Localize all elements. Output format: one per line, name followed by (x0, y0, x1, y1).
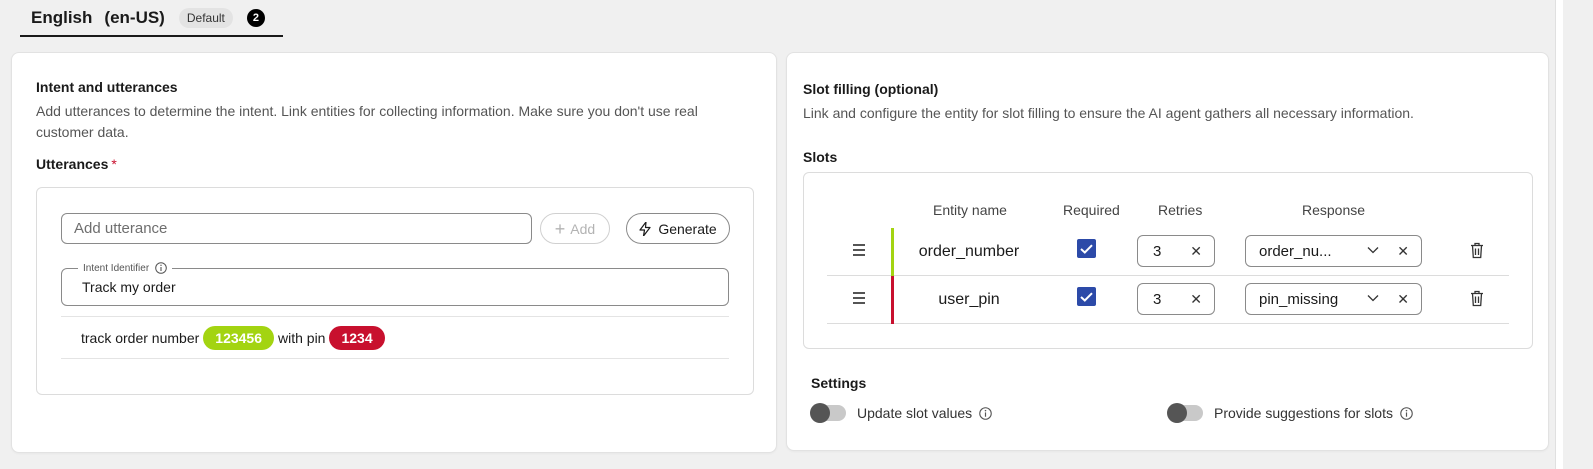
table-row: order_number 3 ✕ order_nu... ✕ (827, 228, 1509, 276)
trash-icon[interactable] (1470, 242, 1484, 259)
intent-description: Add utterances to determine the intent. … (36, 103, 698, 140)
clear-icon[interactable]: ✕ (1397, 243, 1409, 260)
checkmark-icon (1080, 291, 1093, 302)
required-checkbox[interactable] (1077, 239, 1096, 258)
clear-icon[interactable]: ✕ (1190, 291, 1202, 308)
intent-identifier-field[interactable]: Intent Identifier Track my order (61, 262, 729, 306)
retries-value: 3 (1153, 291, 1162, 308)
drag-handle-icon[interactable] (853, 292, 865, 307)
slot-filling-card: Slot filling (optional) Link and configu… (786, 52, 1549, 451)
column-header-required: Required (1063, 202, 1120, 218)
entity-color-bar (891, 228, 894, 276)
slot-filling-description: Link and configure the entity for slot f… (803, 105, 1414, 121)
info-icon[interactable] (1400, 406, 1413, 420)
toggle-label: Update slot values (857, 405, 973, 421)
utterances-box: + Add Generate Intent Identifier Track m… (36, 187, 754, 395)
update-slot-values-toggle[interactable] (810, 403, 846, 423)
intent-card: Intent and utterances Add utterances to … (11, 52, 777, 453)
response-value: pin_missing (1259, 291, 1339, 308)
scrollbar-thumb[interactable] (1555, 0, 1563, 469)
language-tab-en-us[interactable]: English (en-US) Default 2 (20, 0, 283, 37)
utterance-text: track order number (81, 329, 200, 346)
intent-identifier-value: Track my order (82, 279, 176, 295)
entity-name: user_pin (938, 291, 1000, 308)
clear-icon[interactable]: ✕ (1190, 243, 1202, 260)
required-checkbox[interactable] (1077, 287, 1096, 306)
provide-suggestions-toggle[interactable] (1167, 403, 1203, 423)
utterance-text: with pin (278, 329, 326, 346)
response-value: order_nu... (1259, 243, 1332, 260)
required-marker: * (111, 156, 117, 172)
response-select[interactable]: pin_missing ✕ (1245, 283, 1422, 315)
column-header-response: Response (1302, 202, 1366, 218)
utterance-row[interactable]: track order number 123456 with pin 1234 (61, 316, 729, 359)
info-icon[interactable] (155, 262, 167, 274)
intent-identifier-legend: Intent Identifier (78, 262, 173, 274)
chevron-down-icon[interactable] (1367, 246, 1379, 254)
language-name: English (31, 7, 93, 27)
provide-suggestions-setting: Provide suggestions for slots (1167, 403, 1413, 423)
clear-icon[interactable]: ✕ (1397, 291, 1409, 308)
default-badge: Default (178, 7, 233, 28)
drag-handle-icon[interactable] (853, 244, 865, 259)
language-code: (en-US) (104, 7, 165, 27)
slots-label: Slots (803, 149, 838, 165)
column-header-entity-name: Entity name (933, 202, 1007, 218)
slots-table: Entity name Required Retries Response or… (803, 172, 1533, 349)
entity-color-bar (891, 276, 894, 324)
utterances-label: Utterances * (36, 156, 117, 172)
column-header-retries: Retries (1158, 202, 1203, 218)
update-slot-values-setting: Update slot values (810, 403, 992, 423)
plus-icon: + (554, 218, 566, 239)
chevron-down-icon[interactable] (1367, 294, 1379, 302)
retries-input[interactable]: 3 ✕ (1137, 235, 1215, 267)
slot-filling-title: Slot filling (optional) (803, 81, 939, 97)
lightning-icon (639, 221, 651, 236)
info-icon[interactable] (979, 406, 992, 420)
retries-input[interactable]: 3 ✕ (1137, 283, 1215, 315)
trash-icon[interactable] (1470, 290, 1484, 307)
intent-section-title: Intent and utterances (36, 79, 178, 95)
retries-value: 3 (1153, 243, 1162, 260)
checkmark-icon (1080, 243, 1093, 254)
entity-chip-user-pin[interactable]: 1234 (329, 325, 385, 350)
table-row: user_pin 3 ✕ pin_missing ✕ (827, 276, 1509, 324)
add-utterance-button[interactable]: + Add (540, 213, 610, 244)
entity-name: order_number (918, 243, 1020, 260)
entity-chip-order-number[interactable]: 123456 (203, 325, 274, 350)
settings-label: Settings (811, 375, 867, 391)
add-utterance-input[interactable] (61, 213, 532, 244)
toggle-label: Provide suggestions for slots (1214, 405, 1393, 421)
count-badge: 2 (246, 8, 265, 27)
response-select[interactable]: order_nu... ✕ (1245, 235, 1422, 267)
generate-button[interactable]: Generate (626, 213, 730, 244)
